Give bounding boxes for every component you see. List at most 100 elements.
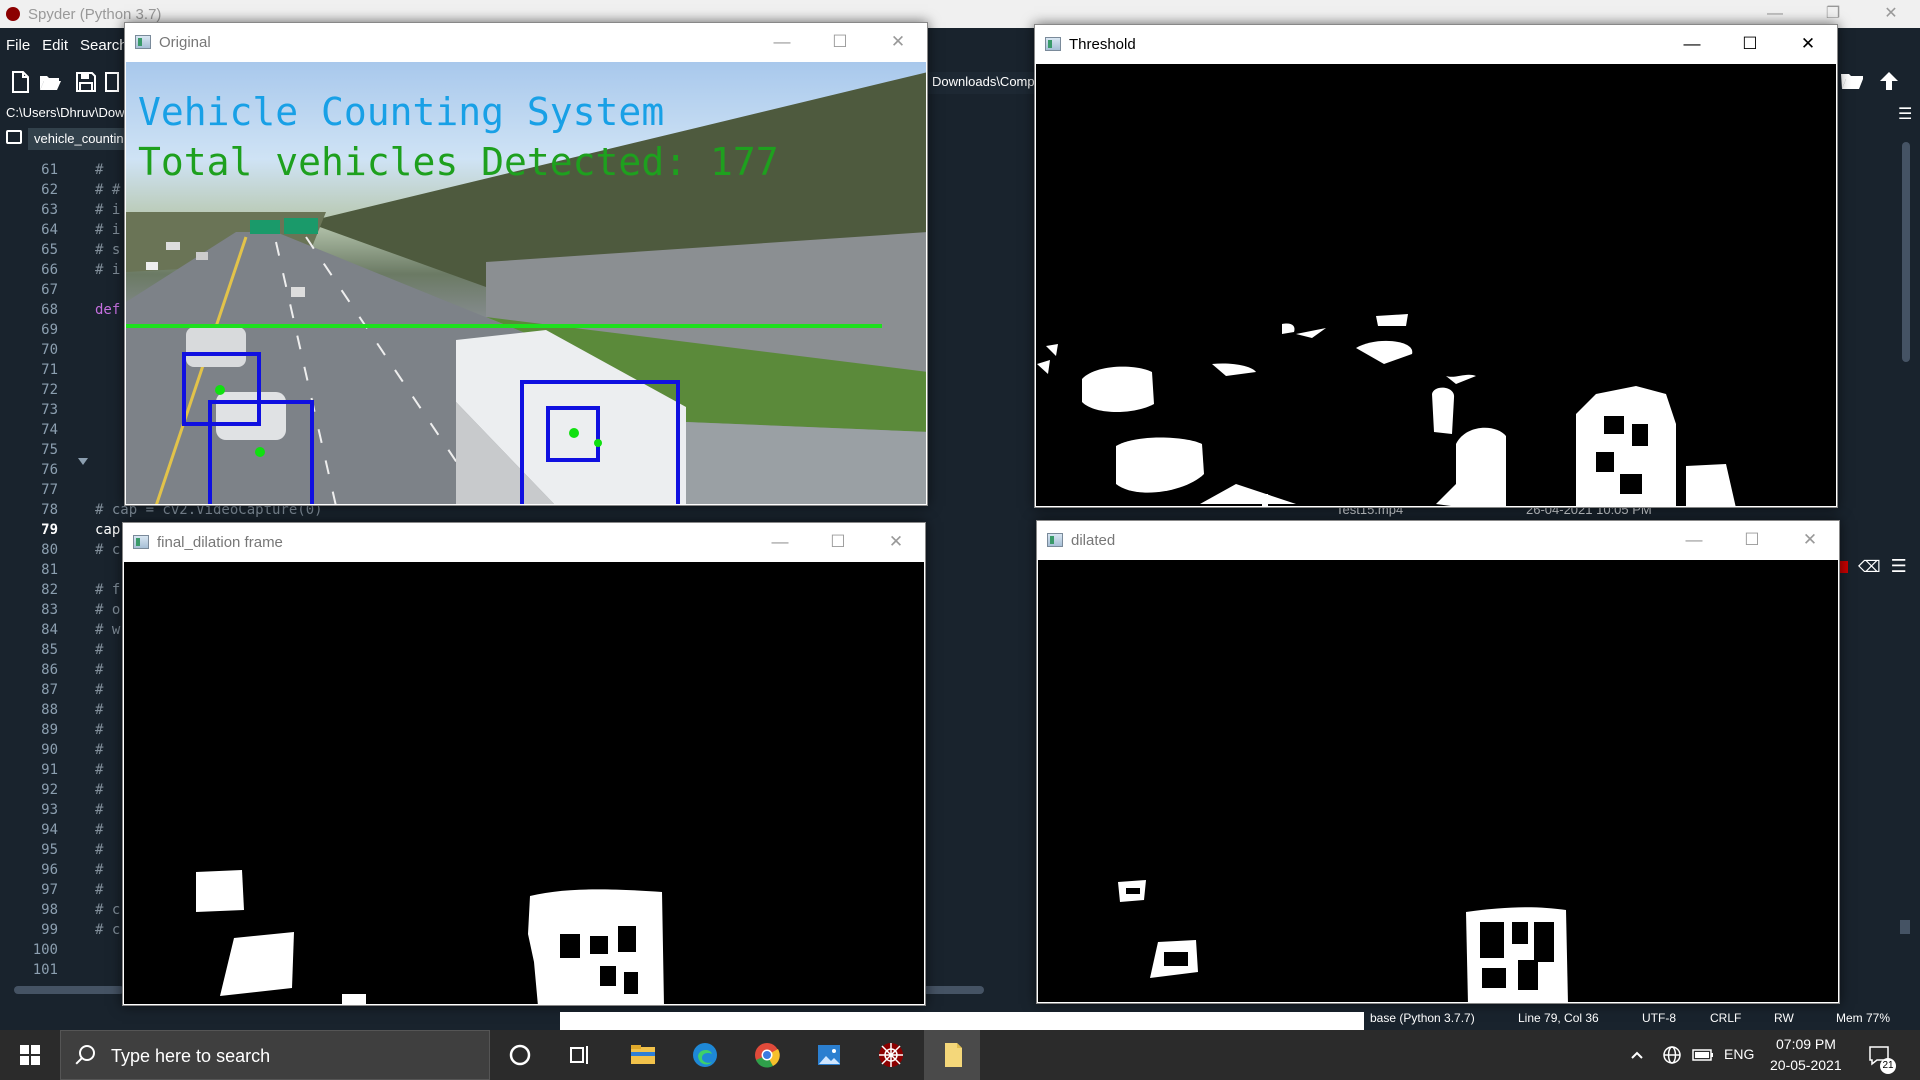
line-number: 71 <box>41 362 58 378</box>
task-view-icon[interactable] <box>565 1040 595 1070</box>
dilated-titlebar[interactable]: dilated — ☐ ✕ <box>1037 521 1839 559</box>
line-number: 95 <box>41 842 58 858</box>
threshold-window-title: Threshold <box>1069 35 1136 53</box>
cortana-icon[interactable] <box>505 1040 535 1070</box>
directory-actions <box>1840 70 1900 92</box>
dilated-mask-image <box>1118 880 1568 1002</box>
line-number: 82 <box>41 582 58 598</box>
parent-directory-icon[interactable] <box>1878 70 1900 92</box>
line-number: 97 <box>41 882 58 898</box>
code-line-66: # i <box>95 262 121 278</box>
fold-marker-icon[interactable] <box>78 458 88 465</box>
code-line-83: # o <box>95 602 121 618</box>
original-window-title: Original <box>159 33 211 51</box>
open-file-icon[interactable] <box>38 70 62 94</box>
spyder-close-button[interactable]: ✕ <box>1862 0 1920 28</box>
status-encoding: UTF-8 <box>1642 1011 1676 1025</box>
menubar: File Edit Search <box>0 32 134 60</box>
line-number: 73 <box>41 402 58 418</box>
threshold-frame <box>1036 64 1836 506</box>
menu-file[interactable]: File <box>0 32 36 60</box>
console-scrollbar[interactable] <box>1900 920 1910 934</box>
dilated-minimize-button[interactable]: — <box>1665 521 1723 559</box>
status-memory: Mem 77% <box>1836 1011 1891 1025</box>
file-explorer-scrollbar[interactable] <box>1902 142 1910 362</box>
line-number: 101 <box>32 962 58 978</box>
line-number: 68 <box>41 302 58 318</box>
opencv-window-icon <box>1045 37 1061 51</box>
save-file-icon[interactable] <box>74 70 98 94</box>
status-environment: base (Python 3.7.7) <box>1370 1011 1475 1025</box>
start-button[interactable] <box>0 1030 60 1080</box>
browse-tabs-icon[interactable] <box>6 130 22 144</box>
browse-folder-icon[interactable] <box>1840 70 1864 92</box>
pane-horizontal-scrollbar[interactable] <box>920 986 984 994</box>
threshold-minimize-button[interactable]: — <box>1663 25 1721 63</box>
overlay-vehicle-count: Total vehicles Detected: 177 <box>138 140 779 184</box>
final-dilation-mask-image <box>196 870 664 1004</box>
edge-icon[interactable] <box>690 1040 720 1070</box>
spyder-window-title: Spyder (Python 3.7) <box>28 5 162 23</box>
line-number: 62 <box>41 182 58 198</box>
final-dilation-close-button[interactable]: ✕ <box>867 523 925 561</box>
code-line-86: # <box>95 662 104 678</box>
final-dilation-minimize-button[interactable]: — <box>751 523 809 561</box>
notepad-icon[interactable] <box>938 1040 968 1070</box>
battery-icon[interactable] <box>1692 1047 1714 1063</box>
notification-count-badge: 21 <box>1880 1058 1896 1074</box>
tab-vehicle-counting[interactable]: vehicle_countin <box>28 128 128 150</box>
photos-icon[interactable] <box>814 1040 844 1070</box>
window-dilated[interactable]: dilated — ☐ ✕ <box>1036 520 1840 1004</box>
original-close-button[interactable]: ✕ <box>869 23 927 61</box>
code-line-65: # s <box>95 242 121 258</box>
spyder-logo-icon <box>6 7 20 21</box>
original-titlebar[interactable]: Original — ☐ ✕ <box>125 23 927 61</box>
console-options-menu-icon[interactable]: ☰ <box>1891 556 1907 577</box>
line-number: 93 <box>41 802 58 818</box>
code-line-91: # <box>95 762 104 778</box>
language-indicator[interactable]: ENG <box>1724 1046 1754 1062</box>
threshold-maximize-button[interactable]: ☐ <box>1721 25 1779 63</box>
threshold-mask-image <box>1037 314 1736 506</box>
chrome-icon[interactable] <box>752 1040 782 1070</box>
code-line-97: # <box>95 882 104 898</box>
line-number: 70 <box>41 342 58 358</box>
final-dilation-maximize-button[interactable]: ☐ <box>809 523 867 561</box>
show-hidden-icons-icon[interactable] <box>1630 1048 1644 1062</box>
opencv-window-icon <box>135 35 151 49</box>
line-number: 90 <box>41 742 58 758</box>
threshold-titlebar[interactable]: Threshold — ☐ ✕ <box>1035 25 1837 63</box>
window-threshold[interactable]: Threshold — ☐ ✕ <box>1034 24 1838 508</box>
code-line-95: # <box>95 842 104 858</box>
dilated-close-button[interactable]: ✕ <box>1781 521 1839 559</box>
window-original[interactable]: Original — ☐ ✕ Vehicle Counting System T… <box>124 22 928 506</box>
status-permissions: RW <box>1774 1011 1794 1025</box>
clock-time[interactable]: 07:09 PM <box>1776 1036 1836 1052</box>
network-globe-icon[interactable] <box>1662 1045 1682 1065</box>
save-all-icon[interactable] <box>104 70 120 94</box>
hidden-opencv-window[interactable] <box>560 1012 1364 1032</box>
threshold-close-button[interactable]: ✕ <box>1779 25 1837 63</box>
line-number: 80 <box>41 542 58 558</box>
original-maximize-button[interactable]: ☐ <box>811 23 869 61</box>
final-dilation-titlebar[interactable]: final_dilation frame — ☐ ✕ <box>123 523 925 561</box>
original-minimize-button[interactable]: — <box>753 23 811 61</box>
taskbar-search-box[interactable]: Type here to search <box>60 1030 490 1080</box>
editor-horizontal-scrollbar[interactable] <box>14 986 124 994</box>
working-directory-field[interactable]: Downloads\Comp <box>928 72 1034 94</box>
line-number: 78 <box>41 502 58 518</box>
code-line-64: # i <box>95 222 121 238</box>
line-number: 83 <box>41 602 58 618</box>
clear-console-icon[interactable]: ⌫ <box>1858 557 1881 577</box>
spyder-icon[interactable] <box>876 1040 906 1070</box>
file-explorer-icon[interactable] <box>628 1040 658 1070</box>
dilated-maximize-button[interactable]: ☐ <box>1723 521 1781 559</box>
line-number: 61 <box>41 162 58 178</box>
clock-date[interactable]: 20-05-2021 <box>1770 1057 1842 1073</box>
code-line-63: # i <box>95 202 121 218</box>
panel-options-menu-icon[interactable]: ☰ <box>1898 104 1912 124</box>
window-final-dilation[interactable]: final_dilation frame — ☐ ✕ <box>122 522 926 1006</box>
code-line-79: cap <box>95 522 121 538</box>
new-file-icon[interactable] <box>8 70 32 94</box>
menu-edit[interactable]: Edit <box>36 32 74 60</box>
